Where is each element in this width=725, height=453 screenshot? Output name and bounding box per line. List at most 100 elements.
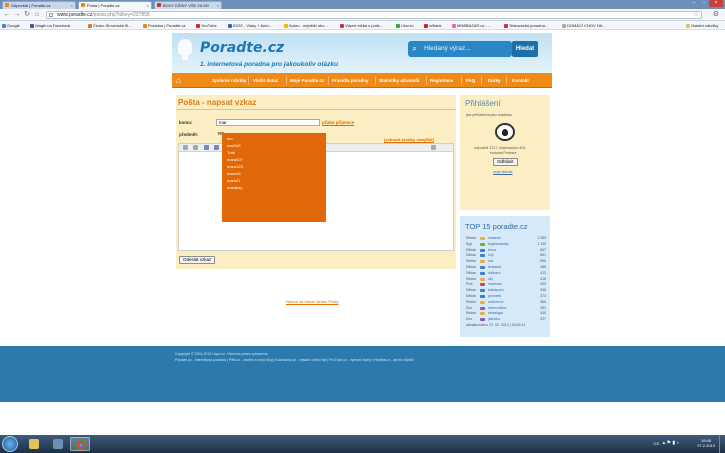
search-button[interactable]: Hledat xyxy=(512,41,538,57)
menu-item[interactable]: FAQ xyxy=(466,73,475,88)
search-input[interactable]: ⌕ Hledaný výraz... xyxy=(408,41,512,57)
browser-tab[interactable]: BOXY DŽINY VŠE ZA 99! × xyxy=(154,1,222,9)
reload-icon[interactable]: ↻ xyxy=(23,11,31,19)
rank-badge-icon xyxy=(480,312,485,316)
bookmark-item[interactable]: Poradna | Poradte.cz xyxy=(143,22,186,29)
close-tab-icon[interactable]: × xyxy=(217,2,219,9)
undo-icon[interactable] xyxy=(183,145,188,150)
close-window-icon[interactable]: × xyxy=(709,0,723,7)
link-icon[interactable] xyxy=(214,145,219,150)
bookmark-item[interactable]: Vtipné trička s potis... xyxy=(340,22,383,29)
bookmark-item[interactable]: Testovácká poradna... xyxy=(504,22,548,29)
autocomplete-item[interactable]: mara21 xyxy=(227,178,241,183)
logout-button[interactable]: Odhlásit xyxy=(493,158,518,166)
menu-item[interactable]: Statistiky uživatelů xyxy=(379,73,420,88)
menu-item[interactable]: Kontakt xyxy=(512,73,529,88)
autocomplete-item[interactable]: Traš xyxy=(227,150,235,155)
rank-badge-icon xyxy=(480,260,485,264)
top15-username[interactable]: hoji xyxy=(488,253,493,257)
bookmark-item[interactable]: DOMÁCÍ CHOV HA... xyxy=(562,22,606,29)
tray-icons[interactable]: ▴ ⚑ ▮ ♪ xyxy=(663,440,679,453)
wrench-icon[interactable]: ⚙ xyxy=(713,11,719,18)
bookmark-item[interactable]: Česko-Slovenské fil... xyxy=(88,22,131,29)
user-stats: odpovědí 2217, hlasovaných 404 xyxy=(474,146,526,150)
autocomplete-item[interactable]: mara123 xyxy=(227,164,243,169)
taskbar-explorer[interactable] xyxy=(24,437,44,451)
home-icon[interactable]: ⌂ xyxy=(33,11,41,19)
autocomplete-item[interactable]: mara16 xyxy=(227,171,241,176)
address-bar[interactable]: www.poradte.cz/posta.php?idkey=237858 xyxy=(46,11,702,19)
show-desktop-button[interactable] xyxy=(719,435,725,453)
add-recipient-link[interactable]: přidat příjemce xyxy=(322,120,354,125)
recipient-input[interactable]: mar xyxy=(216,119,320,126)
bookmark-star-icon[interactable]: ☆ xyxy=(693,11,699,18)
forward-arrow-icon[interactable]: → xyxy=(13,11,21,19)
top15-points: 396 xyxy=(540,288,546,293)
autocomplete-item[interactable]: mo xyxy=(227,136,233,141)
my-activity-link[interactable]: moje aktivita xyxy=(493,170,512,174)
chrome-icon xyxy=(76,440,86,450)
image-icon[interactable] xyxy=(204,145,209,150)
menu-item[interactable]: Moje Poradte.cz xyxy=(290,73,324,88)
top15-username[interactable]: jabrabu xyxy=(488,317,500,321)
redo-icon[interactable] xyxy=(193,145,198,150)
bookmark-item[interactable]: mBank xyxy=(424,22,441,29)
language-indicator[interactable]: CS xyxy=(653,441,659,453)
top15-username[interactable]: katrlauzov xyxy=(488,288,504,292)
top15-username[interactable]: martinaa xyxy=(488,282,502,286)
autocomplete-item[interactable]: mar345 xyxy=(227,143,241,148)
send-message-button[interactable]: Odeslat vzkaz xyxy=(179,256,216,264)
top15-username[interactable]: rebenvektor xyxy=(488,306,506,310)
menu-item[interactable]: Správné rubriky xyxy=(212,73,246,88)
login-box: Přihlášení jste přihlášen/a jako martina… xyxy=(460,95,550,210)
top15-rank: Děkan xyxy=(466,247,477,252)
footer-links[interactable]: Poradte.cz - internetová poradna | Piffa… xyxy=(175,358,414,362)
browser-tab-strip: Odpovědi | Poradte.cz × Pošta | Poradte.… xyxy=(0,0,725,9)
menu-item[interactable]: Dárky xyxy=(488,73,501,88)
top15-username[interactable]: misanek xyxy=(488,236,501,240)
site-logo[interactable]: Poradte.cz xyxy=(200,40,284,56)
other-bookmarks[interactable]: Ostatní záložky xyxy=(686,22,718,29)
top15-points: 596 xyxy=(540,259,546,264)
top15-username[interactable]: vily xyxy=(488,277,493,281)
show-smileys-link[interactable]: [zobrazit zkratky smajlíků] xyxy=(384,137,434,142)
site-footer: Copyright © 2004-2013 Hapo.cz. Všechna p… xyxy=(0,346,725,402)
taskbar-media[interactable] xyxy=(48,437,68,451)
bookmark-item[interactable]: Uloz.to xyxy=(396,22,413,29)
top15-username[interactable]: wolnerxxx xyxy=(488,300,504,304)
back-to-mail-link[interactable]: Návrat na hlavní stranu Pošty xyxy=(286,299,338,304)
top15-username[interactable]: lois xyxy=(488,259,493,263)
home-icon[interactable]: ⌂ xyxy=(176,76,185,85)
autocomplete-item[interactable]: marakey xyxy=(227,185,242,190)
clock[interactable]: 16:06 27.2.2013 xyxy=(697,438,715,448)
top15-rank: Rektor xyxy=(466,259,477,264)
top15-username[interactable]: kapitanalahip xyxy=(488,242,509,246)
top15-username[interactable]: didinara xyxy=(488,271,500,275)
maximize-icon[interactable]: ▫ xyxy=(699,0,709,7)
menu-item[interactable]: Pravidla poradny xyxy=(332,73,369,88)
autocomplete-item[interactable]: mara007 xyxy=(227,157,243,162)
browser-tab-active[interactable]: Pošta | Poradte.cz × xyxy=(78,1,152,9)
top15-username[interactable]: ledasdal xyxy=(488,265,501,269)
bookmark-item[interactable]: MIMIBAZAR.cz - ... xyxy=(452,22,491,29)
menu-item[interactable]: Registrace xyxy=(430,73,453,88)
back-arrow-icon[interactable]: ← xyxy=(3,11,11,19)
start-button[interactable] xyxy=(2,436,18,452)
close-tab-icon[interactable]: × xyxy=(71,2,73,9)
bookmark-item[interactable]: Aukro - největší obc... xyxy=(284,22,328,29)
browser-tab[interactable]: Odpovědi | Poradte.cz × xyxy=(2,1,76,9)
bookmark-item[interactable]: YouTube xyxy=(196,22,217,29)
fullscreen-icon[interactable] xyxy=(431,145,436,150)
bookmark-item[interactable]: Wagle na Facebook xyxy=(30,22,70,29)
minimize-icon[interactable]: – xyxy=(689,0,699,7)
top15-username[interactable]: kelxalaga xyxy=(488,311,503,315)
search-placeholder: Hledaný výraz... xyxy=(424,45,471,52)
taskbar-chrome[interactable] xyxy=(70,437,90,451)
bookmark-item[interactable]: Google xyxy=(2,22,20,29)
top15-username[interactable]: gonzeek xyxy=(488,294,501,298)
top15-username[interactable]: levoz xyxy=(488,248,496,252)
menu-item[interactable]: Vložit dotaz xyxy=(253,73,278,88)
avatar[interactable] xyxy=(495,123,515,141)
close-tab-icon[interactable]: × xyxy=(147,2,149,9)
bookmark-item[interactable]: IDOS - Vlaky + Auto... xyxy=(228,22,272,29)
